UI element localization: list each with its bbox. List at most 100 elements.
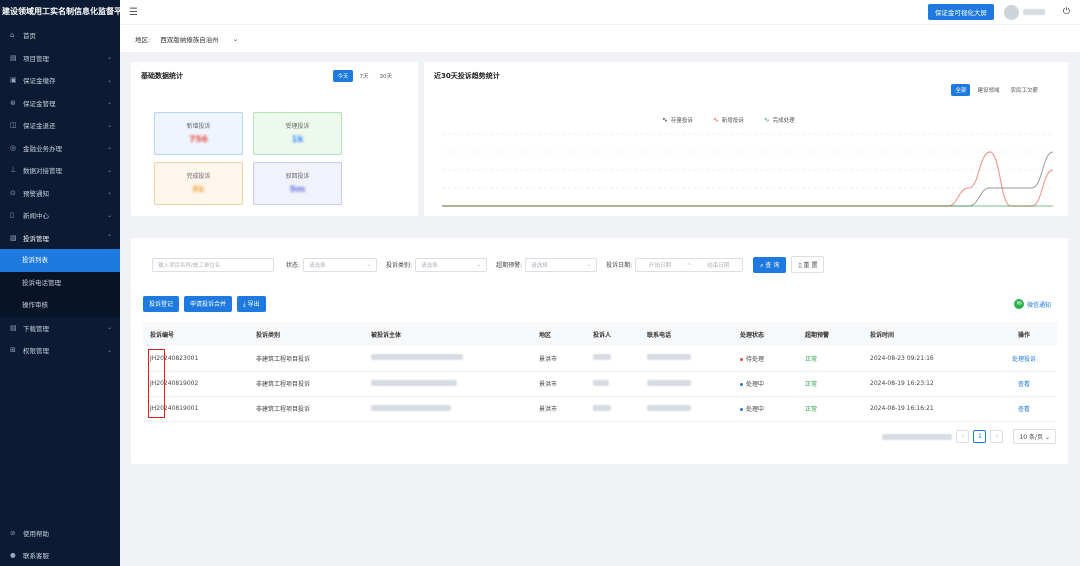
- chevron-down-icon: ⌄: [106, 54, 112, 62]
- sidebar-item-deposit-manage[interactable]: ⊛ 保证金管理 ⌄: [0, 92, 120, 115]
- complaint-time: 2024-08-19 16:16:21: [863, 396, 991, 422]
- sidebar-item-label: 权限管理: [23, 347, 49, 356]
- status-select[interactable]: 请选择 ⌄: [303, 257, 378, 272]
- complaint-submenu: 投诉列表 投诉电话管理 操作审核: [0, 249, 120, 317]
- wechat-notify-button[interactable]: ✉ 微信通知: [1013, 299, 1051, 309]
- region-label: 地区:: [135, 35, 151, 44]
- chart-legend: ∿ 存量投诉 ∿ 新增投诉 ∿ 完成处理: [662, 116, 795, 124]
- search-placeholder: 输入项目名称/施工单位名: [158, 262, 221, 269]
- sidebar-item-deposit[interactable]: ▣ 保证金缴存 ⌄: [0, 69, 120, 92]
- submenu-item-phone-manage[interactable]: 投诉电话管理: [0, 272, 120, 295]
- range-7days[interactable]: 7天: [356, 70, 373, 82]
- sidebar-item-home[interactable]: ⌂ 首页: [0, 24, 120, 47]
- stats-title: 基础数据统计: [141, 72, 183, 80]
- view-link[interactable]: 查看: [991, 371, 1057, 397]
- complaint-category: 非建筑工程项目投诉: [249, 396, 364, 422]
- chevron-down-icon: ⌄: [106, 324, 112, 332]
- sidebar-item-service[interactable]: ● 联系客服: [0, 544, 120, 566]
- merge-complaint-button[interactable]: 申请投诉合并: [184, 296, 233, 312]
- wechat-icon: ✉: [1013, 299, 1024, 309]
- query-button[interactable]: ⌕ 查 询: [753, 256, 787, 273]
- sidebar-item-help[interactable]: ⊘ 使用帮助: [0, 522, 120, 544]
- sidebar-item-download[interactable]: ▤ 下载管理 ⌄: [0, 317, 120, 340]
- complaint-icon: ▧: [10, 233, 17, 242]
- chevron-down-icon: ⌄: [106, 144, 112, 152]
- trend-tab-wage[interactable]: 农民工欠薪: [1006, 84, 1042, 96]
- stat-rejected-complaints: 驳回投诉 9m: [253, 162, 342, 205]
- service-icon: ●: [10, 551, 16, 559]
- sidebar-item-label: 项目管理: [23, 54, 49, 63]
- page-number-button[interactable]: 1: [973, 430, 987, 443]
- submenu-item-audit[interactable]: 操作审核: [0, 294, 120, 317]
- overdue-select[interactable]: 请选择 ⌄: [525, 257, 598, 272]
- status-dot-icon: [740, 383, 743, 386]
- overdue-status: 正常: [798, 371, 863, 397]
- menu-toggle-icon[interactable]: ☰: [129, 7, 138, 18]
- sidebar-item-alert[interactable]: ⊙ 预警通知 ⌄: [0, 182, 120, 205]
- page-size-select[interactable]: 10 条/页 ⌄: [1013, 429, 1056, 444]
- prev-page-button[interactable]: ‹: [956, 430, 970, 443]
- sidebar-item-label: 下载管理: [23, 324, 49, 333]
- respondent-redacted: [364, 371, 532, 397]
- export-button[interactable]: ⤓ 导出: [237, 296, 266, 312]
- legend-line-icon: ∿: [662, 116, 668, 124]
- range-30days[interactable]: 30天: [376, 70, 397, 82]
- trend-tab-construction[interactable]: 建设领域: [973, 84, 1003, 96]
- big-screen-button[interactable]: 保证金可视化大屏: [927, 4, 994, 20]
- filter-row: 输入项目名称/施工单位名 状态: 请选择 ⌄ 投诉类别: 请选择 ⌄ 超期预警: 请…: [152, 256, 825, 273]
- submenu-item-complaint-list[interactable]: 投诉列表: [0, 249, 120, 272]
- news-icon: ▯: [10, 211, 14, 220]
- help-icon: ⊘: [10, 529, 16, 537]
- page-size-label: 10 条/页: [1019, 434, 1044, 441]
- register-complaint-button[interactable]: 投诉登记: [143, 296, 180, 312]
- date-separator: ~: [686, 261, 692, 268]
- chevron-down-icon: ⌄: [366, 261, 372, 268]
- trend-tabs: 全部 建设领域 农民工欠薪: [951, 84, 1042, 96]
- sidebar-item-data[interactable]: ⊥ 数据对接管理 ⌄: [0, 159, 120, 182]
- sidebar-item-news[interactable]: ▯ 新闻中心 ⌄: [0, 204, 120, 227]
- user-name-redacted: [1022, 9, 1045, 15]
- handle-complaint-link[interactable]: 处理投诉: [991, 346, 1057, 372]
- sidebar-item-project[interactable]: ▤ 项目管理 ⌄: [0, 47, 120, 70]
- avatar: [1003, 4, 1019, 20]
- user-menu[interactable]: [1003, 4, 1045, 20]
- sidebar-item-complaint[interactable]: ▧ 投诉管理 ⌃: [0, 227, 120, 250]
- next-page-button[interactable]: ›: [990, 430, 1004, 443]
- series-line-1: [441, 151, 1054, 207]
- data-icon: ⊥: [10, 166, 17, 175]
- type-select[interactable]: 请选择 ⌄: [415, 257, 488, 272]
- complaint-table: 投诉编号 投诉类别 被投诉主体 地区 投诉人 联系电话 处理状态 超期预警 投诉…: [143, 322, 1057, 422]
- region-select[interactable]: 西双版纳傣族自治州 ⌄: [160, 34, 238, 44]
- legend-label: 存量投诉: [670, 118, 693, 124]
- complainant-redacted: [586, 371, 640, 397]
- chevron-down-icon: ⌄: [106, 99, 112, 107]
- range-today[interactable]: 今天: [333, 70, 353, 82]
- power-icon[interactable]: ⏻: [1063, 7, 1070, 17]
- stat-value: 9m: [289, 185, 306, 195]
- sidebar-menu: ⌂ 首页 ▤ 项目管理 ⌄ ▣ 保证金缴存 ⌄ ⊛ 保证金管理 ⌄ ◫ 保证金退还 ⌄ ◎ 金融业务…: [0, 24, 120, 249]
- sidebar-item-label: 保证金退还: [23, 122, 56, 131]
- table-row: JH20240823001 非建筑工程项目投诉 景洪市 待处理 正常 2024-…: [143, 346, 1057, 372]
- col-header: 被投诉主体: [364, 322, 532, 346]
- trend-tab-all[interactable]: 全部: [951, 84, 971, 96]
- region-bar: 地区: 西双版纳傣族自治州 ⌄: [120, 24, 1080, 52]
- legend-item[interactable]: ∿ 存量投诉: [662, 116, 693, 124]
- search-input[interactable]: 输入项目名称/施工单位名: [152, 257, 274, 272]
- sidebar-item-label: 金融业务办理: [23, 144, 62, 153]
- sidebar-item-finance[interactable]: ◎ 金融业务办理 ⌄: [0, 137, 120, 160]
- basic-stats-card: 基础数据统计 今天 7天 30天 新增投诉 756 受理投诉 1k 完成投诉 8…: [131, 62, 418, 216]
- legend-item[interactable]: ∿ 完成处理: [764, 116, 795, 124]
- top-header: ☰ 保证金可视化大屏 ⏻: [120, 0, 1080, 24]
- chevron-down-icon: ⌄: [106, 346, 112, 354]
- col-header: 操作: [991, 322, 1057, 346]
- legend-item[interactable]: ∿ 新增投诉: [713, 116, 744, 124]
- start-date-placeholder: 开始日期: [649, 262, 672, 269]
- status-filter-label: 状态:: [286, 262, 301, 269]
- sidebar-item-permission[interactable]: ⊞ 权限管理 ⌄: [0, 339, 120, 362]
- col-header: 超期预警: [798, 322, 863, 346]
- date-range-picker[interactable]: 开始日期 ~ 结束日期: [635, 257, 744, 272]
- reset-button[interactable]: ▯ 重 置: [791, 256, 825, 273]
- sidebar-item-refund[interactable]: ◫ 保证金退还 ⌄: [0, 114, 120, 137]
- view-link[interactable]: 查看: [991, 396, 1057, 422]
- legend-label: 新增投诉: [721, 118, 744, 124]
